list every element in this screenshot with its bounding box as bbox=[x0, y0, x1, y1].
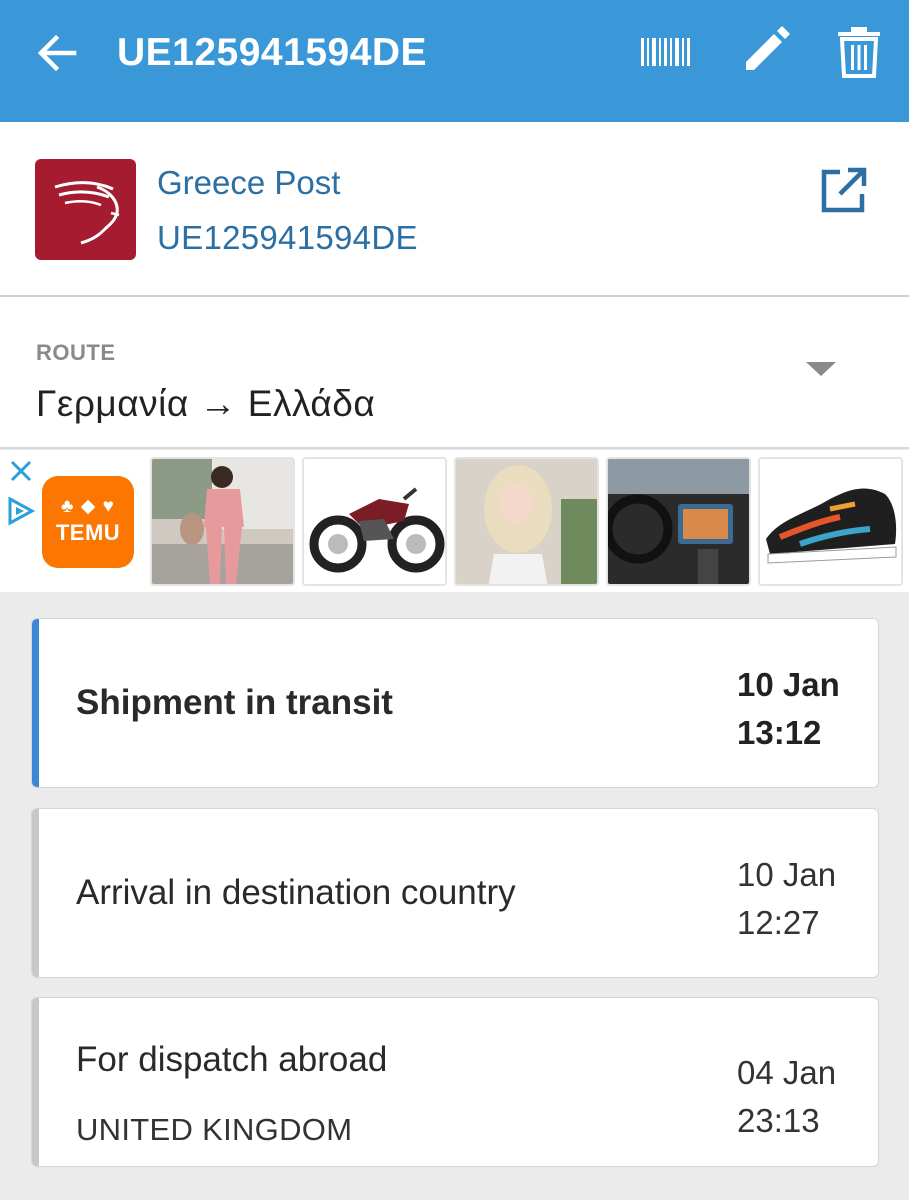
event-time: 13:12 bbox=[737, 714, 822, 751]
event-datetime: 04 Jan 23:13 bbox=[737, 1049, 836, 1145]
motorcycle-photo bbox=[304, 459, 445, 584]
carrier-card[interactable]: Greece Post UE125941594DE bbox=[0, 122, 909, 297]
ad-thumb-sneaker[interactable] bbox=[758, 457, 903, 586]
tracking-event[interactable]: Arrival in destination country 10 Jan 12… bbox=[31, 808, 879, 978]
hermes-head-icon bbox=[54, 181, 120, 245]
trash-icon[interactable] bbox=[836, 26, 882, 78]
edit-pencil-icon[interactable] bbox=[740, 26, 794, 78]
page-title: UE125941594DE bbox=[117, 31, 428, 74]
temu-brand: TEMU bbox=[55, 520, 121, 545]
ad-thumb-motorcycle[interactable] bbox=[302, 457, 447, 586]
event-title: Arrival in destination country bbox=[76, 873, 516, 912]
route-selector[interactable]: ROUTE Γερμανία → Ελλάδα bbox=[0, 297, 909, 449]
carrier-name[interactable]: Greece Post bbox=[157, 164, 340, 202]
adchoices-icon[interactable] bbox=[6, 496, 36, 526]
event-time: 12:27 bbox=[737, 904, 820, 941]
barcode-icon[interactable] bbox=[639, 26, 691, 78]
ad-thumb-outfit[interactable] bbox=[150, 457, 295, 586]
event-date: 04 Jan bbox=[737, 1054, 837, 1091]
event-status-bar bbox=[32, 619, 39, 787]
ad-close-icon[interactable] bbox=[8, 458, 34, 484]
route-label: ROUTE bbox=[36, 340, 116, 365]
event-datetime: 10 Jan 13:12 bbox=[737, 661, 840, 757]
route-value: Γερμανία → Ελλάδα bbox=[36, 383, 376, 424]
event-datetime: 10 Jan 12:27 bbox=[737, 851, 836, 947]
dropdown-caret-icon[interactable] bbox=[806, 362, 836, 376]
event-title: Shipment in transit bbox=[76, 683, 393, 722]
ad-banner[interactable]: ♣ ◆ ♥ TEMU bbox=[0, 450, 909, 592]
tracking-event[interactable]: Shipment in transit 10 Jan 13:12 bbox=[31, 618, 879, 788]
pink-outfit-photo bbox=[152, 459, 293, 584]
ad-thumb-wig[interactable] bbox=[454, 457, 599, 586]
event-date: 10 Jan bbox=[737, 856, 837, 893]
car-interior-photo bbox=[608, 459, 749, 584]
greece-post-logo bbox=[35, 159, 136, 260]
event-time: 23:13 bbox=[737, 1102, 820, 1139]
event-title: For dispatch abroad bbox=[76, 1040, 388, 1079]
blonde-wig-photo bbox=[456, 459, 597, 584]
event-subtitle: UNITED KINGDOM bbox=[76, 1112, 353, 1147]
temu-glyphs-icon: ♣ ◆ ♥ bbox=[61, 496, 115, 517]
tracking-event[interactable]: For dispatch abroad UNITED KINGDOM 04 Ja… bbox=[31, 997, 879, 1167]
temu-logo[interactable]: ♣ ◆ ♥ TEMU bbox=[42, 476, 134, 568]
event-date: 10 Jan bbox=[737, 666, 840, 703]
open-external-icon[interactable] bbox=[818, 166, 868, 216]
app-bar: UE125941594DE bbox=[0, 0, 909, 122]
carrier-tracking-number[interactable]: UE125941594DE bbox=[157, 219, 418, 257]
back-arrow-icon[interactable] bbox=[34, 30, 80, 76]
sneaker-photo bbox=[760, 459, 901, 584]
event-status-bar bbox=[32, 998, 39, 1166]
ad-thumb-car-interior[interactable] bbox=[606, 457, 751, 586]
event-status-bar bbox=[32, 809, 39, 977]
